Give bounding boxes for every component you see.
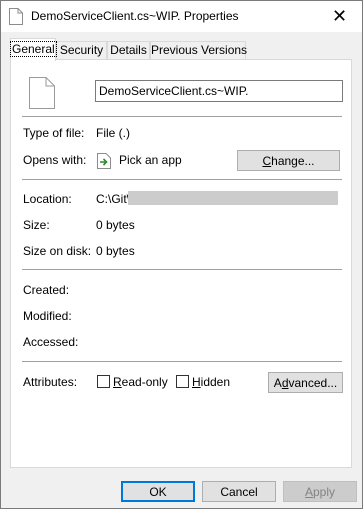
close-button[interactable]: ✕ [317,1,362,32]
apply-button-label: Apply [304,484,336,499]
document-icon [29,77,55,109]
tab-previous-versions[interactable]: Previous Versions [150,41,248,59]
separator [22,179,342,180]
window-title: DemoServiceClient.cs~WIP. Properties [31,9,239,23]
tab-details[interactable]: Details [107,41,150,59]
location-value: C:\Git\ [96,192,131,206]
general-tab-panel: Type of file: File (.) Opens with: Pick … [10,59,352,468]
pick-app-icon [97,153,111,169]
separator [22,116,342,117]
change-button[interactable]: Change... [237,150,340,171]
opens-with-label: Opens with: [23,153,87,167]
file-name-input[interactable] [95,80,343,102]
read-only-label[interactable]: Read-only [113,375,168,389]
location-label: Location: [23,192,72,206]
title-bar[interactable]: DemoServiceClient.cs~WIP. Properties ✕ [1,1,362,32]
opens-with-value: Pick an app [119,153,182,167]
location-path-redacted [128,191,338,205]
created-label: Created: [23,283,70,297]
tab-label: Details [110,43,147,57]
accessed-label: Accessed: [23,335,79,349]
change-button-label: Change... [262,153,315,168]
attributes-label: Attributes: [23,375,78,389]
tab-label: Security [59,43,104,57]
type-of-file-label: Type of file: [23,126,85,140]
document-icon [9,8,23,25]
size-value: 0 bytes [96,218,135,232]
hidden-checkbox[interactable] [176,375,189,388]
ok-button-label: OK [149,484,167,499]
ok-button[interactable]: OK [121,481,195,502]
tab-label: General [10,41,57,57]
apply-button[interactable]: Apply [283,481,357,502]
tab-label: Previous Versions [151,43,248,57]
read-only-checkbox[interactable] [97,375,110,388]
separator [22,269,342,270]
size-on-disk-label: Size on disk: [23,244,92,258]
size-label: Size: [23,218,50,232]
cancel-button-label: Cancel [220,484,258,499]
dialog-footer: OK Cancel Apply [1,469,362,508]
separator [22,361,342,362]
cancel-button[interactable]: Cancel [202,481,276,502]
close-icon: ✕ [331,6,348,26]
properties-window: DemoServiceClient.cs~WIP. Properties ✕ G… [0,0,363,509]
modified-label: Modified: [23,309,72,323]
hidden-label[interactable]: Hidden [192,375,230,389]
advanced-button-label: Advanced... [273,375,338,390]
type-of-file-value: File (.) [96,126,130,140]
advanced-button[interactable]: Advanced... [268,372,343,393]
size-on-disk-value: 0 bytes [96,244,135,258]
tab-security[interactable]: Security [56,41,107,59]
tab-general[interactable]: General [10,38,57,61]
